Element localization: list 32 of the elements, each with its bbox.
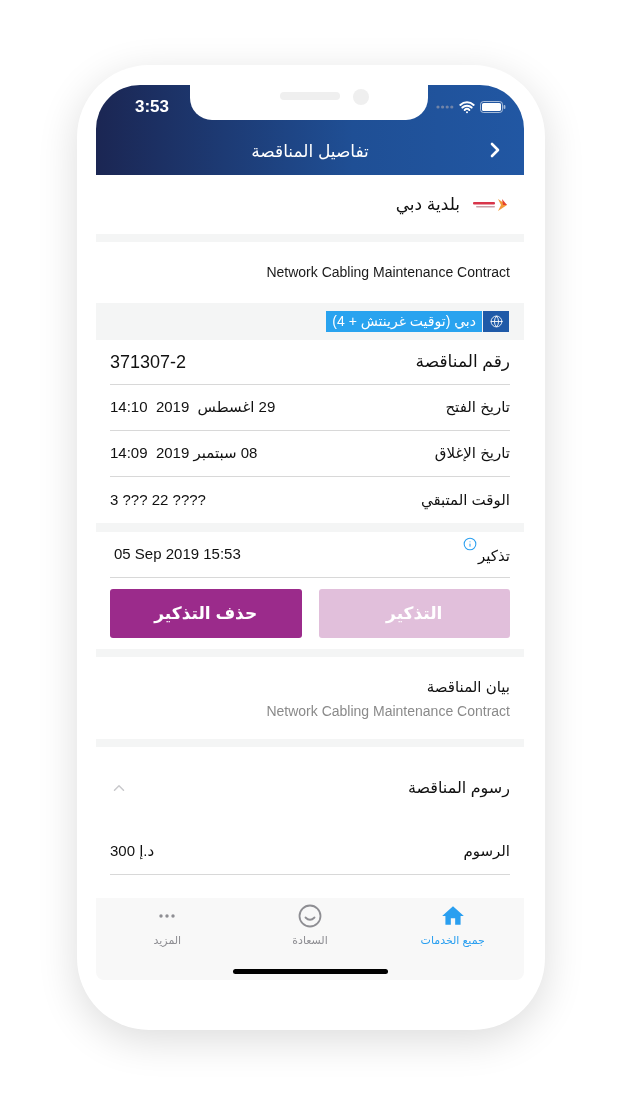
field-value: د.إ 300 (110, 841, 155, 862)
wifi-icon (459, 99, 475, 115)
fees-title: رسوم المناقصة (407, 778, 510, 800)
field-value: 29 اغسطس 2019 14:10 (110, 397, 276, 418)
field-value: 371307-2 (110, 350, 187, 374)
field-label: الرسوم (463, 841, 510, 862)
description-label: بيان المناقصة (426, 676, 510, 697)
field-label: تاريخ الفتح (445, 397, 510, 418)
screen-title: تفاصيل المناقصة (251, 140, 369, 163)
smiley-icon (298, 904, 322, 928)
reminder-value: 05 Sep 2019 15:53 (113, 544, 241, 565)
reminder-label: تذكير (478, 546, 510, 567)
tab-item[interactable]: السعادة (288, 903, 332, 949)
more-icon (159, 914, 176, 918)
field-label: رقم المناقصة (415, 351, 510, 374)
battery-icon (480, 101, 506, 113)
field-label: الوقت المتبقي (420, 489, 510, 512)
tab-item[interactable]: المزيد (149, 903, 186, 949)
delete-reminder-button[interactable]: حذف التذكير (110, 589, 302, 638)
signal-icon (436, 105, 454, 109)
timezone-badge: دبي (توقيت غرينتش + 4) (326, 311, 482, 332)
tab-item[interactable]: جميع الخدمات (416, 903, 489, 949)
logo-icon (472, 197, 508, 212)
field-value: 3 ??? 22 ???? (110, 489, 206, 510)
info-icon[interactable] (463, 537, 477, 552)
globe-icon (483, 311, 509, 332)
tender-title: Network Cabling Maintenance Contract (266, 263, 510, 282)
description-text: Network Cabling Maintenance Contract (266, 702, 510, 722)
field-label: تاريخ الإغلاق (434, 443, 510, 464)
field-value: 08 سبتمبر 2019 14:09 (110, 443, 258, 464)
status-time: 3:53 (135, 96, 170, 119)
entity-name: بلدية دبي (395, 193, 460, 217)
